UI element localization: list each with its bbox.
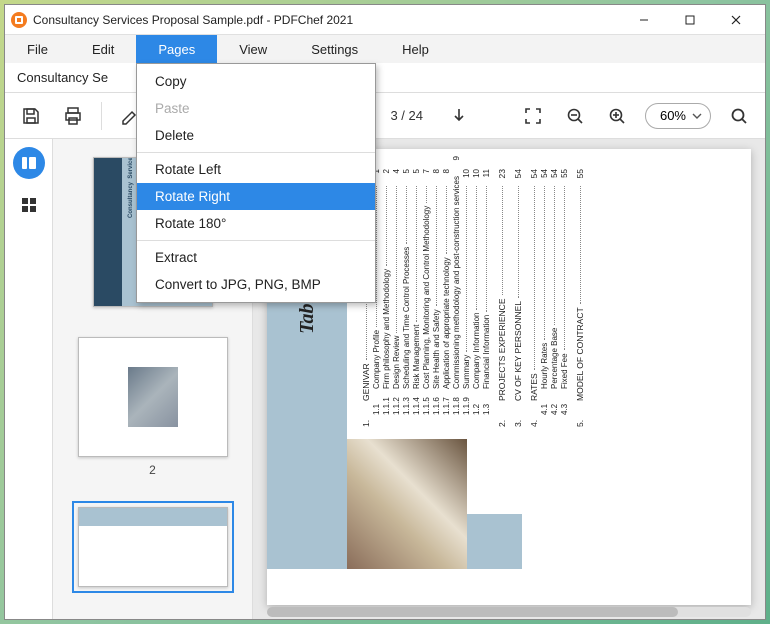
menu-copy[interactable]: Copy [137,68,375,95]
menubar: File Edit Pages View Settings Help Copy … [5,35,765,63]
toc-row: 1.1.3Scheduling and Time Control Process… [402,169,411,427]
save-icon[interactable] [17,102,45,130]
menu-rotate-right[interactable]: Rotate Right [137,183,375,210]
toc-row: 3.CV OF KEY PERSONNEL54 [513,169,523,427]
toolbar: 3 / 24 60% [5,93,765,139]
menu-file[interactable]: File [5,35,70,63]
menu-separator [137,240,375,241]
search-icon[interactable] [725,102,753,130]
app-window: Consultancy Services Proposal Sample.pdf… [4,4,766,620]
document-tab[interactable]: Consultancy Se [17,70,108,85]
menu-edit[interactable]: Edit [70,35,136,63]
fullscreen-icon[interactable] [519,102,547,130]
toc-row: 5.MODEL OF CONTRACT55 [575,169,585,427]
toc-row: 1.1.1Firm philosophy and Methodology2 [382,169,391,427]
zoom-select[interactable]: 60% [645,103,711,129]
toc-row: 1.1.2Design Review4 [392,169,401,427]
thumbnail-number: 2 [149,463,156,477]
window-controls [621,5,759,35]
toc-row: 1.2Company Information10 [472,169,481,427]
zoom-value: 60% [660,108,686,123]
page-indicator: 3 / 24 [382,108,431,123]
minimize-button[interactable] [621,5,667,35]
grid-view-icon[interactable] [13,189,45,221]
menu-delete[interactable]: Delete [137,122,375,149]
window-title: Consultancy Services Proposal Sample.pdf… [33,13,621,27]
maximize-button[interactable] [667,5,713,35]
sidebar-rail [5,139,53,619]
thumbnail-2[interactable]: 2 [72,331,234,483]
print-icon[interactable] [59,102,87,130]
toc-row: 1.1.4Risk Management5 [412,169,421,427]
tabstrip: Consultancy Se [5,63,765,93]
zoom-out-icon[interactable] [561,102,589,130]
thumbnails-toggle[interactable] [13,147,45,179]
thumbnail-3[interactable] [72,501,234,593]
toc-row: 4.3Fixed Fee55 [560,169,569,427]
menu-rotate-180[interactable]: Rotate 180° [137,210,375,237]
menu-settings[interactable]: Settings [289,35,380,63]
pages-dropdown: Copy Paste Delete Rotate Left Rotate Rig… [136,63,376,303]
menu-rotate-left[interactable]: Rotate Left [137,156,375,183]
toc-row: 1.1.6Site Health and Safety8 [432,169,441,427]
menu-pages[interactable]: Pages [136,35,217,63]
app-icon [11,12,27,28]
menu-convert[interactable]: Convert to JPG, PNG, BMP [137,271,375,298]
toc-decoration [467,514,522,569]
zoom-in-icon[interactable] [603,102,631,130]
titlebar: Consultancy Services Proposal Sample.pdf… [5,5,765,35]
toc-list: 1.GENIVAR11.1Company Profile11.1.1Firm p… [347,149,594,439]
toc-row: 4.RATES54 [529,169,539,427]
menu-paste: Paste [137,95,375,122]
horizontal-scrollbar[interactable] [267,607,751,617]
chevron-down-icon [692,111,702,121]
toc-row: 1.1.9Summary10 [462,169,471,427]
toc-row: 1.1.5Cost Planning, Monitoring and Contr… [422,169,431,427]
close-button[interactable] [713,5,759,35]
download-icon[interactable] [445,102,473,130]
toc-row: 1.1.7Application of appropriate technolo… [442,169,451,427]
menu-help[interactable]: Help [380,35,451,63]
toc-row: 1.3Financial Information11 [482,169,491,427]
scrollbar-handle[interactable] [267,607,678,617]
toc-row: 1.1.8Commissioning methodology and post-… [452,169,461,427]
menu-extract[interactable]: Extract [137,244,375,271]
toc-row: 2.PROJECTS EXPERIENCE23 [497,169,507,427]
toolbar-separator [101,102,102,130]
toc-row: 4.2Percentage Base54 [550,169,559,427]
toc-photo [347,439,467,569]
menu-separator [137,152,375,153]
content-area: Consultancy Services 2 Table of Contents… [5,139,765,619]
menu-view[interactable]: View [217,35,289,63]
toc-row: 4.1Hourly Rates54 [540,169,549,427]
